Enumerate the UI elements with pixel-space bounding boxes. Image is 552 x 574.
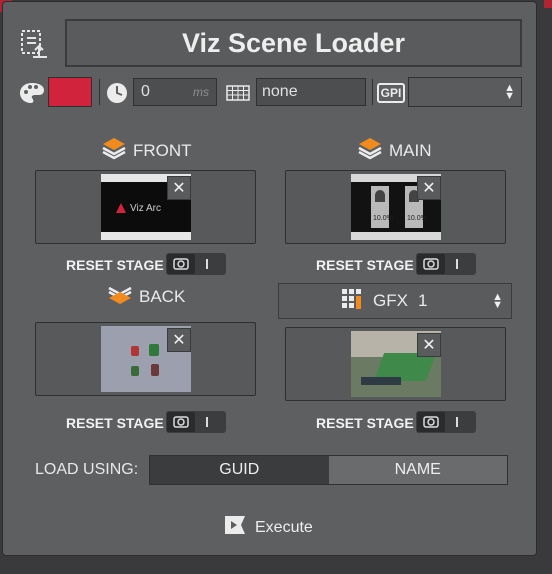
camera-icon	[417, 412, 445, 432]
gpi-icon: GPI	[376, 80, 406, 106]
clock-icon	[103, 78, 131, 108]
front-thumb-text: Viz Arc	[130, 202, 161, 214]
back-label: BACK	[139, 286, 186, 306]
front-layer-header: FRONT	[101, 136, 192, 165]
execute-button[interactable]: Execute	[223, 514, 313, 541]
execute-icon	[223, 514, 247, 541]
chevron-updown-icon: ▲ ▼	[492, 291, 503, 311]
layers-icon	[107, 282, 133, 311]
load-using-name-option[interactable]: NAME	[329, 456, 508, 484]
scene-loader-panel: Viz Scene Loader 0 ms none GPI ▲ ▼ FRONT…	[2, 1, 537, 556]
gfx-grid-icon	[341, 288, 363, 315]
delay-value: 0	[141, 83, 150, 100]
delay-input[interactable]: 0 ms	[133, 78, 217, 106]
gfx-reset-toggle[interactable]	[416, 411, 476, 433]
page-title: Viz Scene Loader	[65, 19, 522, 67]
camera-icon	[167, 254, 195, 274]
load-using-guid-option[interactable]: GUID	[150, 456, 329, 484]
gpi-select[interactable]: ▲ ▼	[408, 77, 522, 107]
load-scene-icon[interactable]	[17, 26, 53, 62]
main-thumb-text-left: 10.0%	[373, 215, 393, 222]
gfx-label: GFX	[373, 291, 408, 310]
palette-icon	[17, 78, 47, 108]
back-reset-toggle[interactable]	[166, 411, 226, 433]
main-clear-button[interactable]: ✕	[417, 176, 441, 200]
gfx-clear-button[interactable]: ✕	[417, 333, 441, 357]
load-using-label: LOAD USING:	[35, 461, 139, 478]
grid-icon	[225, 82, 251, 104]
main-label: MAIN	[389, 140, 432, 160]
front-reset-toggle[interactable]	[166, 253, 226, 275]
grid-select[interactable]: none	[256, 78, 366, 106]
chevron-updown-icon: ▲ ▼	[504, 82, 515, 102]
execute-label: Execute	[255, 518, 313, 536]
back-layer-header: BACK	[107, 282, 185, 311]
gfx-reset-label: RESET STAGE	[316, 415, 414, 431]
layers-icon	[101, 136, 127, 165]
main-reset-label: RESET STAGE	[316, 257, 414, 273]
main-thumb-text-right: 10.0%	[407, 215, 427, 222]
front-clear-button[interactable]: ✕	[167, 176, 191, 200]
window-corner-accent-right	[544, 0, 552, 8]
delay-unit: ms	[193, 85, 209, 99]
load-using-toggle: GUID NAME	[149, 455, 508, 485]
front-reset-label: RESET STAGE	[66, 257, 164, 273]
front-label: FRONT	[133, 140, 192, 160]
layers-icon	[357, 136, 383, 165]
back-reset-label: RESET STAGE	[66, 415, 164, 431]
color-swatch[interactable]	[48, 77, 92, 107]
main-layer-header: MAIN	[357, 136, 432, 165]
gpi-label: GPI	[376, 83, 406, 103]
viz-logo-icon	[116, 203, 126, 213]
back-clear-button[interactable]: ✕	[167, 328, 191, 352]
camera-icon	[167, 412, 195, 432]
divider	[372, 79, 373, 105]
camera-icon	[417, 254, 445, 274]
main-reset-toggle[interactable]	[416, 253, 476, 275]
divider	[99, 79, 100, 105]
gfx-value: 1	[417, 291, 428, 310]
gfx-channel-select[interactable]: GFX 1 ▲ ▼	[278, 283, 512, 319]
